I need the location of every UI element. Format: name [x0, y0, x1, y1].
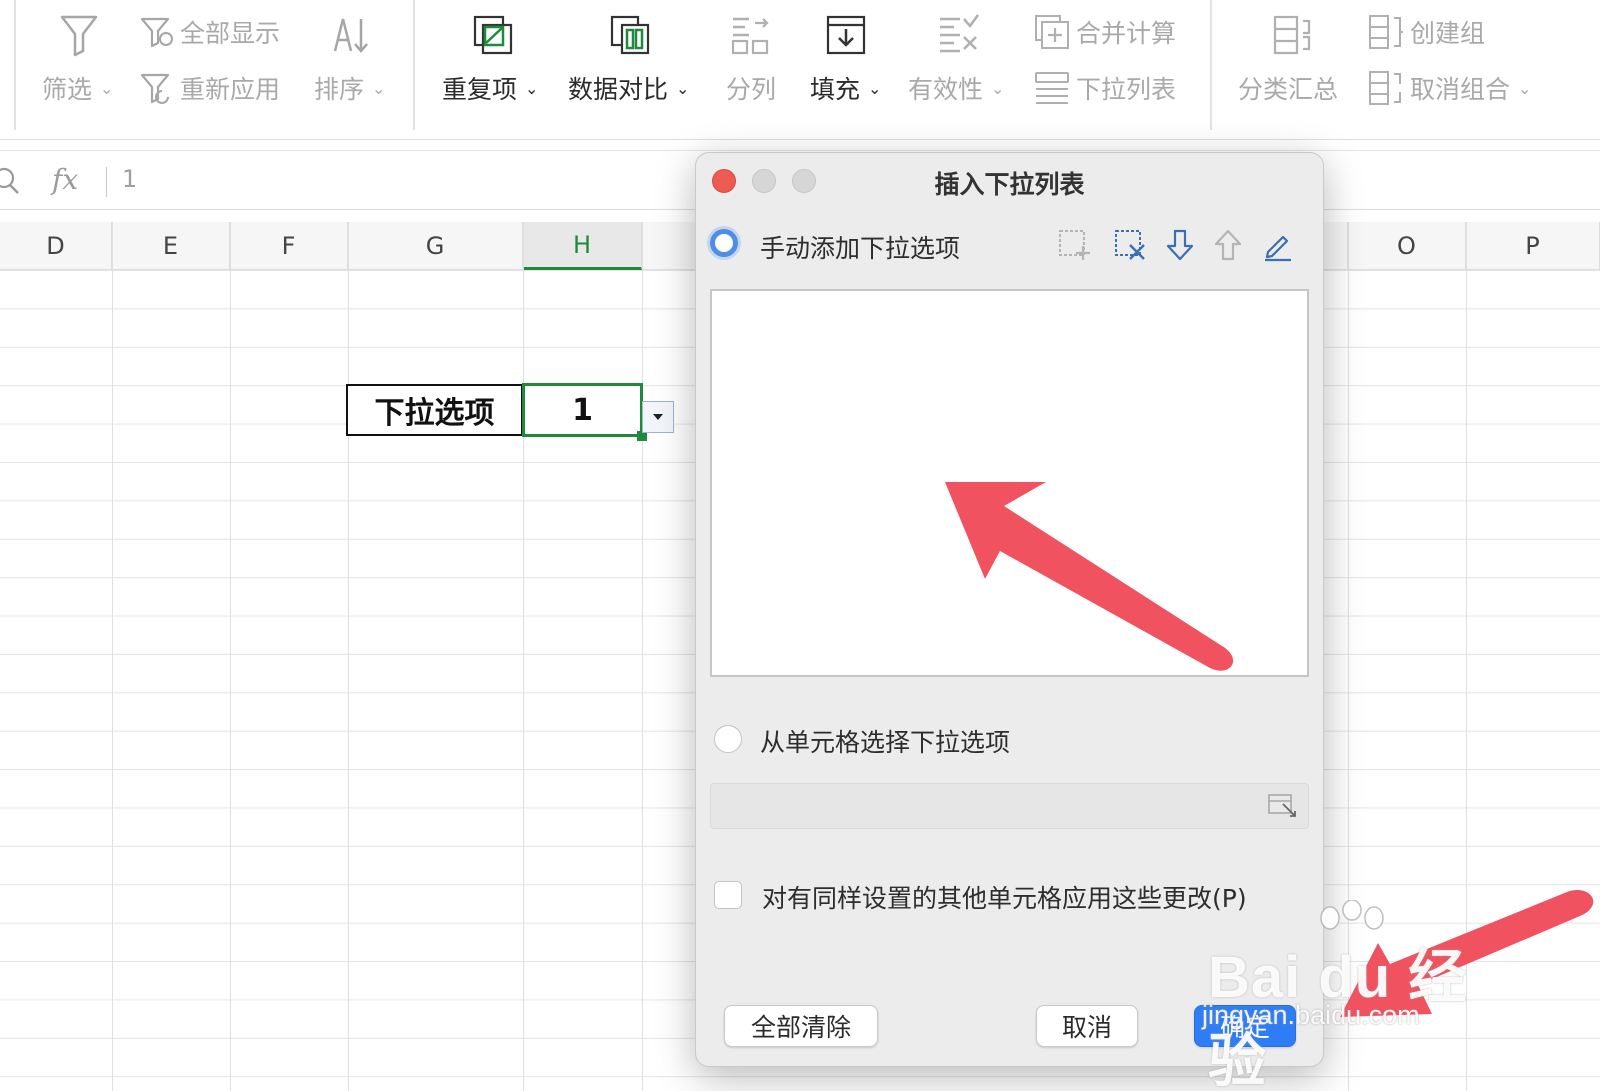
red-arrow-icon	[945, 482, 1234, 671]
baidu-watermark: Bai du 经验 jingyan.baidu.com	[1200, 900, 1500, 1091]
watermark-url: jingyan.baidu.com	[1202, 1000, 1420, 1030]
